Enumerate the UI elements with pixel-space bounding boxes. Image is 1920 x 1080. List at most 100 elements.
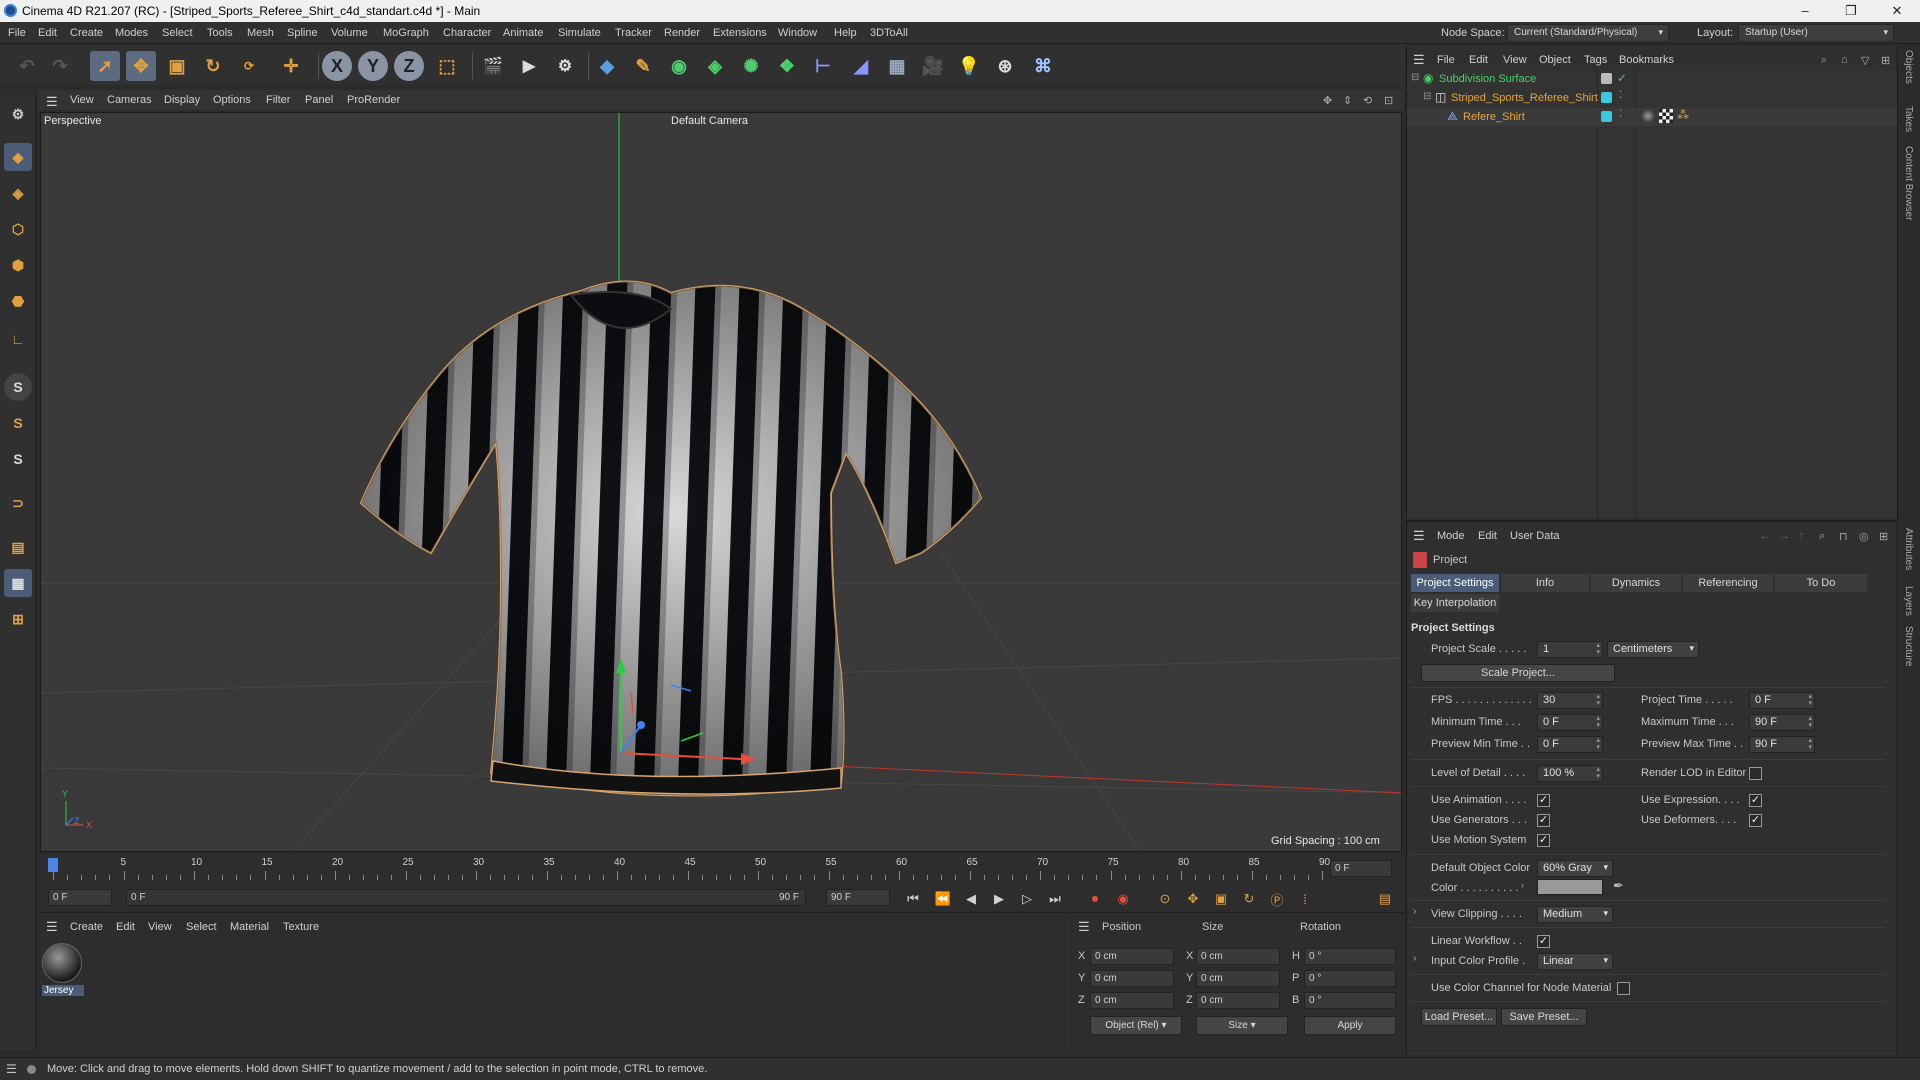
expand-arrow-icon[interactable]: ›	[1413, 953, 1416, 964]
menu-modes[interactable]: Modes	[115, 27, 148, 39]
timeline-icon[interactable]: ▤	[1374, 889, 1396, 909]
camera-icon[interactable]: 🎥	[918, 51, 948, 81]
eyedropper-icon[interactable]: ✒	[1613, 878, 1624, 894]
new-window-icon[interactable]: ⊞	[1879, 530, 1888, 543]
menu-edit[interactable]: Edit	[38, 27, 57, 39]
move-tool-icon[interactable]: ✥	[126, 51, 156, 81]
up-arrow-icon[interactable]: ↑	[1799, 530, 1805, 542]
prev-frame-icon[interactable]: ◀	[960, 889, 982, 909]
obj-menu-view[interactable]: View	[1503, 54, 1527, 66]
preview-max-field[interactable]: 90 F ▴ ▾	[1749, 736, 1815, 753]
menu-character[interactable]: Character	[443, 27, 491, 39]
mat-menu-select[interactable]: Select	[186, 921, 217, 933]
menu-volume[interactable]: Volume	[331, 27, 368, 39]
attr-menu-userdata[interactable]: User Data	[1510, 530, 1560, 542]
prev-key-icon[interactable]: ⏪	[932, 889, 954, 909]
collapse-icon[interactable]: ⊟	[1423, 91, 1431, 102]
tree-row-subdivision[interactable]: ⊟ ◉ Subdivision Surface ✓	[1407, 70, 1897, 88]
coordinate-system-icon[interactable]: ⬚	[432, 51, 462, 81]
maximize-button[interactable]: ❐	[1828, 0, 1874, 22]
size-mode-select[interactable]: Size ▾	[1196, 1016, 1288, 1035]
recent-tools-icon[interactable]: ⟳	[234, 51, 264, 81]
input-color-select[interactable]: Linear ▾	[1537, 953, 1613, 970]
node-space-select[interactable]: Current (Standard/Physical) ▾	[1507, 24, 1669, 42]
apply-button[interactable]: Apply	[1304, 1016, 1396, 1035]
menu-mograph[interactable]: MoGraph	[383, 27, 429, 39]
vp-menu-options[interactable]: Options	[213, 94, 251, 106]
new-window-icon[interactable]: ⊞	[1881, 54, 1890, 67]
y-axis-lock-icon[interactable]: Y	[358, 51, 388, 81]
phong-tag-icon[interactable]: ⁂	[1677, 108, 1689, 122]
linear-workflow-checkbox[interactable]: ✓	[1537, 935, 1550, 948]
render-settings-icon[interactable]: ⚙	[550, 51, 580, 81]
viewport-canvas[interactable]	[41, 113, 1402, 852]
polygon-mode-icon[interactable]: ⬣	[4, 287, 32, 315]
attr-menu-edit[interactable]: Edit	[1478, 530, 1497, 542]
lod-field[interactable]: 100 % ▴ ▾	[1537, 765, 1603, 782]
expand-arrow-icon[interactable]: ›	[1413, 906, 1416, 917]
collapse-icon[interactable]: ⊟	[1411, 72, 1419, 83]
rot-h-field[interactable]: 0 °	[1304, 948, 1396, 965]
obj-menu-file[interactable]: File	[1437, 54, 1455, 66]
autokey-icon[interactable]: ◉	[1112, 889, 1134, 909]
vp-menu-panel[interactable]: Panel	[305, 94, 333, 106]
menu-animate[interactable]: Animate	[503, 27, 543, 39]
menu-3dtoall[interactable]: 3DToAll	[870, 27, 908, 39]
menu-spline[interactable]: Spline	[287, 27, 318, 39]
lock-icon[interactable]: ⊓	[1839, 530, 1848, 543]
minimize-button[interactable]: –	[1782, 0, 1828, 22]
filter-icon[interactable]: ▽	[1861, 54, 1869, 67]
side-tab-structure[interactable]: Structure	[1903, 626, 1914, 667]
key-position-icon[interactable]: ✥	[1182, 889, 1204, 909]
mat-menu-view[interactable]: View	[148, 921, 172, 933]
tree-row-shirt-mesh[interactable]: ⟁ Refere_Shirt ⁚ ⁂	[1407, 108, 1897, 126]
hamburger-icon[interactable]: ☰	[1413, 528, 1425, 544]
vp-menu-filter[interactable]: Filter	[266, 94, 290, 106]
home-icon[interactable]: ⌂	[1841, 54, 1848, 66]
key-param-icon[interactable]: Ⓟ	[1266, 889, 1288, 909]
use-motion-checkbox[interactable]: ✓	[1537, 834, 1550, 847]
generator-icon[interactable]: ◈	[700, 51, 730, 81]
scale-unit-select[interactable]: Centimeters ▾	[1607, 641, 1699, 658]
menu-file[interactable]: File	[8, 27, 26, 39]
coordinate-mode-select[interactable]: Object (Rel) ▾	[1090, 1016, 1182, 1035]
attr-menu-mode[interactable]: Mode	[1437, 530, 1465, 542]
material-swatch[interactable]: Jersey	[42, 943, 84, 1003]
layer-swatch[interactable]	[1601, 73, 1612, 84]
goto-end-icon[interactable]: ⏭	[1044, 889, 1066, 909]
model-mode-icon[interactable]: ◆	[4, 143, 32, 171]
floor-icon[interactable]: ▦	[882, 51, 912, 81]
tab-referencing[interactable]: Referencing	[1683, 574, 1773, 592]
vp-menu-display[interactable]: Display	[164, 94, 200, 106]
project-scale-field[interactable]: 1 ▴ ▾	[1537, 641, 1603, 658]
preview-min-field[interactable]: 0 F ▴ ▾	[1537, 736, 1603, 753]
expand-arrow-icon[interactable]: ›	[1521, 880, 1524, 890]
scale-project-button[interactable]: Scale Project...	[1421, 664, 1615, 682]
vp-menu-view[interactable]: View	[70, 94, 94, 106]
menu-select[interactable]: Select	[162, 27, 193, 39]
point-mode-icon[interactable]: ⬡	[4, 215, 32, 243]
tab-todo[interactable]: To Do	[1775, 574, 1867, 592]
lock-workplane-icon[interactable]: ⊞	[4, 605, 32, 633]
enabled-check-icon[interactable]: ✓	[1617, 71, 1627, 85]
workplane-snap-icon[interactable]: S	[4, 445, 32, 473]
key-selection-icon[interactable]: ⊙	[1154, 889, 1176, 909]
pen-spline-icon[interactable]: ✎	[628, 51, 658, 81]
obj-menu-object[interactable]: Object	[1539, 54, 1571, 66]
tab-dynamics[interactable]: Dynamics	[1591, 574, 1681, 592]
record-keys-icon[interactable]: ⏺	[1084, 889, 1106, 909]
pos-z-field[interactable]: 0 cm	[1090, 992, 1174, 1009]
side-tab-content-browser[interactable]: Content Browser	[1903, 146, 1914, 220]
tab-project-settings[interactable]: Project Settings	[1411, 574, 1499, 592]
x-axis-lock-icon[interactable]: X	[322, 51, 352, 81]
texture-tag-icon[interactable]	[1659, 109, 1673, 123]
use-color-channel-checkbox[interactable]	[1617, 982, 1630, 995]
hamburger-icon[interactable]: ☰	[46, 94, 58, 110]
light-icon[interactable]: 💡	[954, 51, 984, 81]
mat-menu-create[interactable]: Create	[70, 921, 103, 933]
playhead[interactable]	[48, 858, 58, 872]
target-icon[interactable]: ◎	[1859, 530, 1869, 543]
use-animation-checkbox[interactable]: ✓	[1537, 794, 1550, 807]
next-frame-icon[interactable]: ▷	[1016, 889, 1038, 909]
python-icon[interactable]: ⌘	[1028, 51, 1058, 81]
